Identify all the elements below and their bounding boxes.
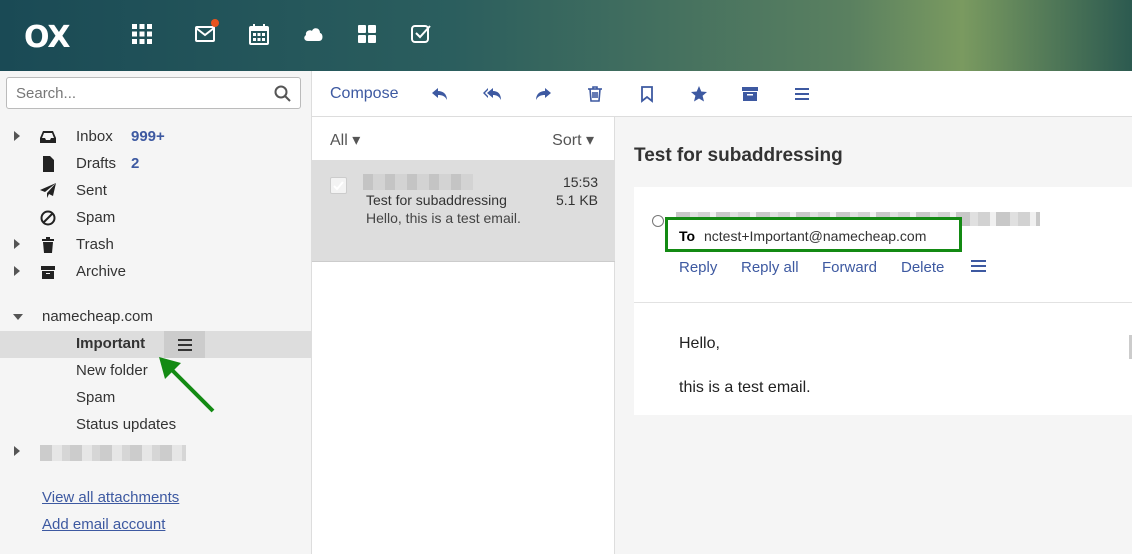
- sort-dropdown[interactable]: Sort ▾: [552, 130, 594, 150]
- list-item[interactable]: 15:53 5.1 KB Test for subaddressing Hell…: [312, 160, 615, 262]
- check-icon: [333, 181, 344, 191]
- search-icon[interactable]: [274, 85, 291, 102]
- to-label: To: [679, 228, 696, 244]
- folder-label: Status updates: [76, 416, 177, 433]
- caret-down-icon[interactable]: [13, 313, 23, 321]
- body-line: this is a test email.: [679, 378, 811, 396]
- folder-drafts[interactable]: Drafts 2: [0, 151, 311, 178]
- search-input[interactable]: Search...: [6, 77, 301, 109]
- delete-button[interactable]: Delete: [901, 259, 944, 276]
- portal-tiles-icon[interactable]: [355, 22, 379, 46]
- folder-label: Important: [76, 335, 146, 352]
- filter-dropdown[interactable]: All ▾: [330, 130, 360, 150]
- blurred-sender: [363, 174, 473, 190]
- mail-icon[interactable]: [193, 19, 219, 46]
- caret-right-icon[interactable]: [13, 131, 21, 141]
- trash-icon: [42, 237, 54, 253]
- message-card: To nctest+Important@namecheap.com Reply …: [634, 187, 1132, 415]
- folder-label: Trash: [76, 236, 114, 253]
- reply-all-icon[interactable]: [482, 84, 502, 104]
- caret-right-icon[interactable]: [13, 446, 21, 456]
- drafts-count: 2: [131, 155, 140, 172]
- search-placeholder: Search...: [16, 85, 77, 102]
- more-actions-icon[interactable]: [971, 260, 986, 273]
- annotation-arrow: [159, 357, 215, 413]
- mail-toolbar: Compose: [312, 71, 1132, 117]
- caret-right-icon[interactable]: [13, 266, 21, 276]
- folder-status-updates[interactable]: Status updates: [0, 412, 311, 439]
- filter-label: All: [330, 132, 348, 149]
- mail-list: All ▾ Sort ▾ 15:53 5.1 KB Test for subad…: [312, 117, 615, 554]
- compose-button[interactable]: Compose: [330, 85, 398, 103]
- folder-spam[interactable]: Spam: [0, 205, 311, 232]
- forward-icon[interactable]: [533, 84, 553, 104]
- app-launcher-icon[interactable]: [130, 22, 154, 46]
- folder-label: Sent: [76, 182, 107, 199]
- unread-count: 999+: [131, 128, 165, 145]
- drive-cloud-icon[interactable]: [301, 22, 325, 46]
- to-address[interactable]: nctest+Important@namecheap.com: [704, 228, 926, 244]
- folder-sent[interactable]: Sent: [0, 178, 311, 205]
- unread-toggle[interactable]: [652, 215, 664, 227]
- reply-all-button[interactable]: Reply all: [741, 259, 799, 276]
- sort-label: Sort: [552, 132, 582, 149]
- calendar-icon[interactable]: [247, 22, 271, 46]
- top-bar: OX: [0, 0, 1132, 71]
- more-menu-icon[interactable]: [792, 84, 812, 104]
- body-line: Hello,: [679, 335, 720, 352]
- sent-icon: [40, 183, 56, 198]
- star-icon[interactable]: [689, 84, 709, 104]
- detail-subject: Test for subaddressing: [634, 145, 843, 166]
- view-all-attachments-link[interactable]: View all attachments: [42, 489, 179, 506]
- ox-logo[interactable]: OX: [24, 20, 71, 55]
- reply-button[interactable]: Reply: [679, 259, 717, 276]
- account-label: namecheap.com: [42, 308, 153, 325]
- mail-time: 15:53: [562, 174, 598, 190]
- flag-icon[interactable]: [637, 84, 657, 104]
- message-header: To nctest+Important@namecheap.com Reply …: [634, 187, 1132, 303]
- folder-trash[interactable]: Trash: [0, 232, 311, 259]
- hamburger-icon: [177, 338, 192, 351]
- forward-button[interactable]: Forward: [822, 259, 877, 276]
- drafts-icon: [43, 156, 54, 172]
- mail-size: 5.1 KB: [555, 192, 598, 208]
- sidebar: Search... Inbox 999+ Drafts 2 Sent Spam …: [0, 71, 312, 554]
- folder-label: Spam: [76, 389, 116, 406]
- account-namecheap[interactable]: namecheap.com: [0, 304, 311, 331]
- folder-label: Spam: [76, 209, 116, 226]
- message-body: Hello, this is a test email.: [679, 333, 811, 398]
- folder-label: Inbox: [76, 128, 113, 145]
- folder-label: Archive: [76, 263, 127, 280]
- caret-right-icon[interactable]: [13, 239, 21, 249]
- mail-subject: Test for subaddressing: [366, 192, 507, 208]
- folder-inbox[interactable]: Inbox 999+: [0, 124, 311, 151]
- spam-icon: [40, 210, 56, 226]
- caret-down-icon: ▾: [352, 132, 361, 149]
- notification-dot: [211, 19, 219, 27]
- folder-label: Drafts: [76, 155, 117, 172]
- archive-icon: [41, 266, 55, 279]
- blurred-account-name: [40, 445, 186, 461]
- select-checkbox[interactable]: [330, 177, 347, 194]
- to-recipient-highlight: To nctest+Important@namecheap.com: [665, 217, 962, 252]
- folder-label: New folder: [76, 362, 148, 379]
- delete-icon[interactable]: [585, 84, 605, 104]
- caret-down-icon: ▾: [585, 132, 594, 149]
- add-email-account-link[interactable]: Add email account: [42, 516, 165, 533]
- folder-archive[interactable]: Archive: [0, 259, 311, 286]
- archive-icon[interactable]: [740, 84, 760, 104]
- mail-detail: Test for subaddressing To nctest+Importa…: [616, 117, 1132, 554]
- mail-preview: Hello, this is a test email.: [366, 210, 521, 226]
- tasks-icon[interactable]: [409, 22, 433, 46]
- list-header: All ▾ Sort ▾: [312, 117, 615, 160]
- reply-icon[interactable]: [430, 84, 450, 104]
- inbox-icon: [40, 131, 56, 143]
